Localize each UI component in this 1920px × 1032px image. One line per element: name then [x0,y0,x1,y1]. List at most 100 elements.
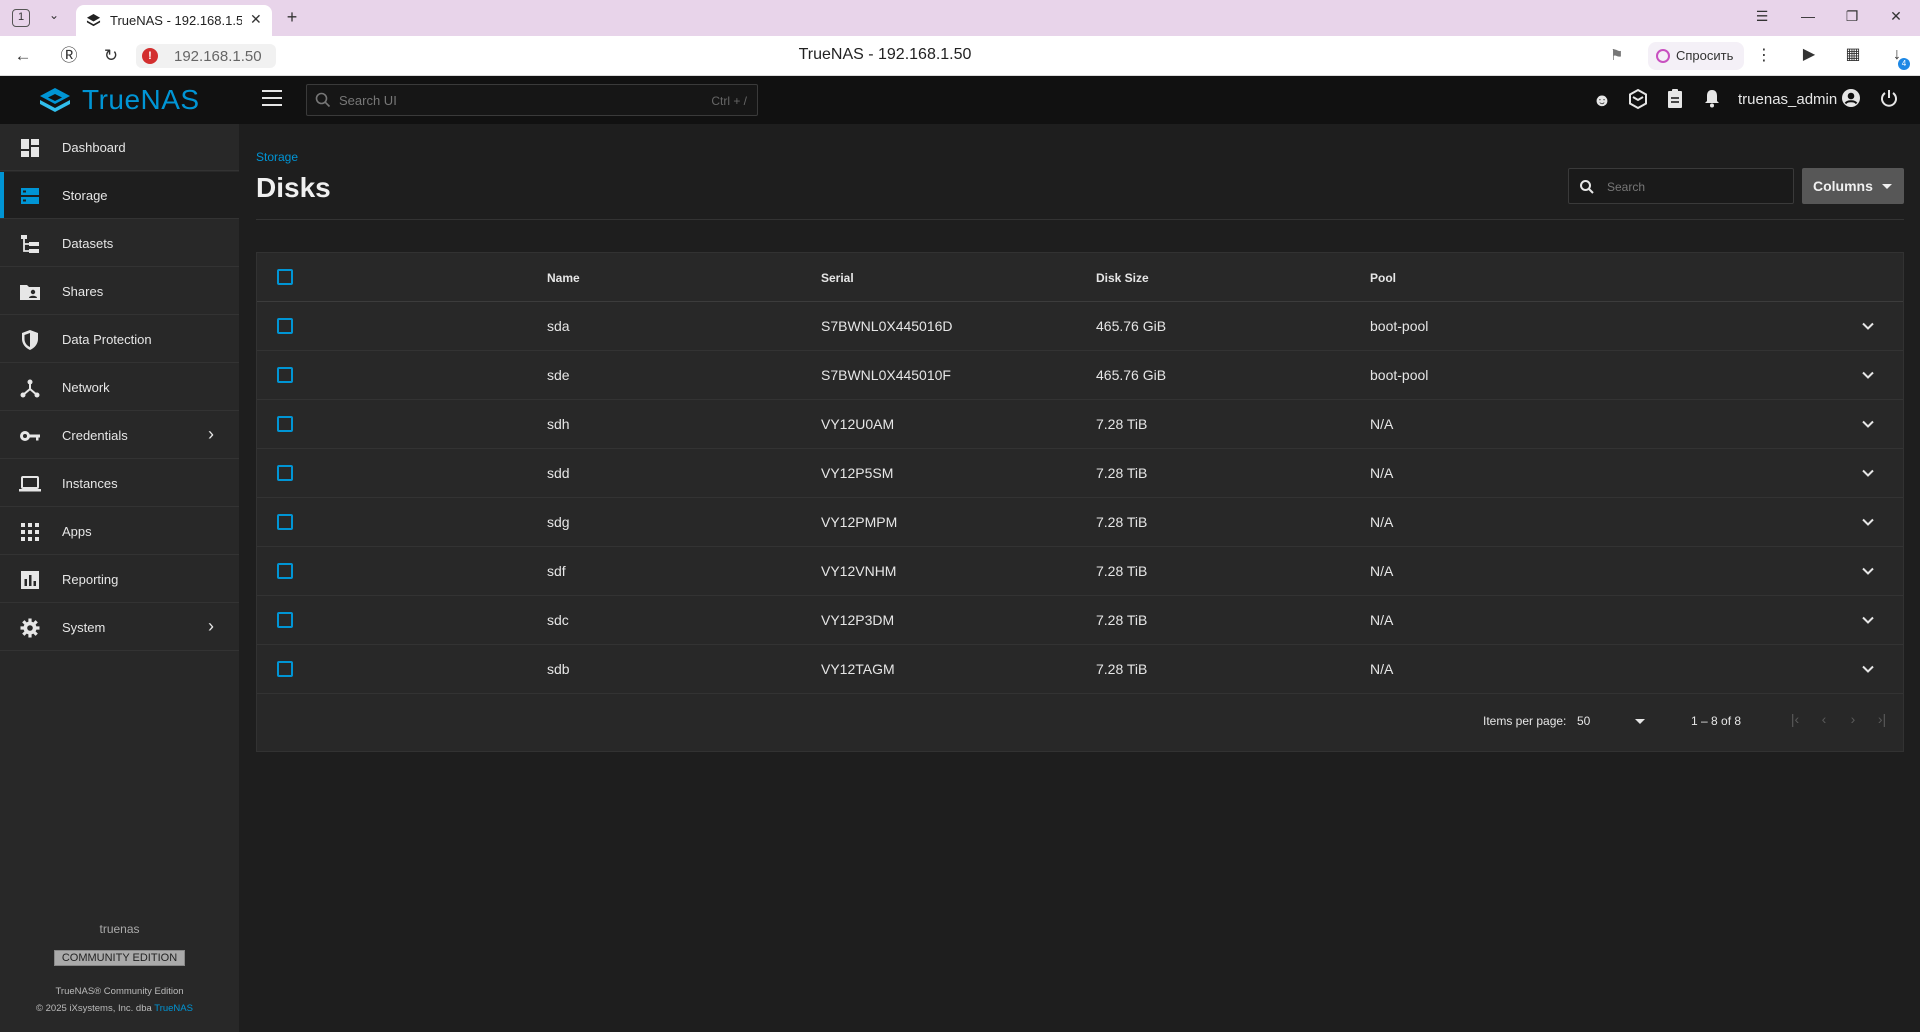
copyright-text: © 2025 iXsystems, Inc. dba [36,1003,155,1014]
dropdown-caret-icon[interactable] [1635,719,1645,724]
row-checkbox[interactable] [277,563,293,579]
column-header-name[interactable]: Name [547,271,580,285]
back-arrow-icon[interactable]: ← [12,45,34,67]
username[interactable]: truenas_admin [1738,91,1837,108]
feedback-smiley-icon[interactable]: ☻ [1590,88,1614,112]
truenas-favicon-icon [86,13,101,27]
bar-chart-icon [21,571,39,589]
sidebar-item-shares[interactable]: Shares [0,268,239,315]
expand-chevron-icon[interactable] [1858,414,1878,434]
yandex-icon[interactable]: Ⓡ [58,45,80,67]
browser-addressbar: ← Ⓡ ↻ ! 192.168.1.50 TrueNAS - 192.168.1… [0,36,1920,76]
expand-chevron-icon[interactable] [1858,561,1878,581]
account-circle-icon[interactable] [1839,88,1863,112]
cell-serial: VY12U0AM [821,416,895,432]
row-checkbox[interactable] [277,318,293,334]
table-row[interactable]: sdh VY12U0AM 7.28 TiB N/A [257,400,1903,449]
sidebar-item-data-protection[interactable]: Data Protection [0,316,239,363]
table-row[interactable]: sdd VY12P5SM 7.28 TiB N/A [257,449,1903,498]
search-placeholder: Search UI [339,93,397,108]
cell-pool: N/A [1370,612,1394,628]
new-tab-plus-icon[interactable]: + [282,8,302,28]
browser-menu-icon[interactable]: ☰ [1752,8,1772,25]
window-close-icon[interactable]: ✕ [1886,8,1906,25]
row-checkbox[interactable] [277,612,293,628]
expand-chevron-icon[interactable] [1858,512,1878,532]
expand-chevron-icon[interactable] [1858,463,1878,483]
more-options-icon[interactable]: ⋮ [1756,45,1772,65]
search-placeholder: Search [1607,180,1646,194]
minimize-icon[interactable]: — [1798,8,1818,24]
last-page-icon[interactable]: ›| [1872,711,1892,727]
restore-icon[interactable]: ❐ [1842,8,1862,25]
breadcrumb[interactable]: Storage [256,150,298,164]
cell-disk-size: 7.28 TiB [1096,612,1148,628]
reload-icon[interactable]: ↻ [100,45,122,67]
hostname: truenas [99,922,140,936]
tab-close-icon[interactable]: ✕ [250,11,262,28]
browser-tab[interactable]: TrueNAS - 192.168.1.50 ✕ [76,5,272,36]
cell-serial: VY12PMPM [821,514,898,530]
table-row[interactable]: sdb VY12TAGM 7.28 TiB N/A [257,645,1903,694]
sidebar-item-network[interactable]: Network [0,364,239,411]
truecommand-icon[interactable] [1626,88,1650,112]
row-checkbox[interactable] [277,367,293,383]
ask-button[interactable]: Спросить [1648,42,1744,70]
page-size-select[interactable]: 50 [1577,714,1590,728]
sidebar-item-reporting[interactable]: Reporting [0,556,239,603]
next-page-icon[interactable]: › [1843,711,1863,727]
notifications-bell-icon[interactable] [1700,88,1724,112]
sidebar-item-instances[interactable]: Instances [0,460,239,507]
bookmark-icon[interactable]: ⚑ [1610,46,1623,64]
row-checkbox[interactable] [277,514,293,530]
expand-chevron-icon[interactable] [1858,659,1878,679]
column-header-serial[interactable]: Serial [821,271,854,285]
select-all-checkbox[interactable] [277,269,293,285]
sidebar-item-apps[interactable]: Apps [0,508,239,555]
jobs-clipboard-icon[interactable] [1663,88,1687,112]
collections-icon[interactable]: ▦ [1842,44,1864,66]
expand-chevron-icon[interactable] [1858,316,1878,336]
prev-page-icon[interactable]: ‹ [1814,711,1834,727]
divider [256,219,1904,220]
sidebar-item-system[interactable]: System › [0,604,239,651]
address-page-title: TrueNAS - 192.168.1.50 [798,46,972,63]
truenas-link[interactable]: TrueNAS [154,1003,193,1014]
row-checkbox[interactable] [277,465,293,481]
sidebar-item-storage[interactable]: Storage [0,172,239,219]
table-search-input[interactable]: Search [1568,168,1794,204]
network-icon [20,379,40,398]
gear-icon [20,618,40,638]
row-checkbox[interactable] [277,416,293,432]
row-checkbox[interactable] [277,661,293,677]
cell-name: sda [547,318,570,334]
table-row[interactable]: sda S7BWNL0X445016D 465.76 GiB boot-pool [257,302,1903,351]
insecure-warning-icon[interactable]: ! [142,48,158,64]
columns-button[interactable]: Columns [1802,168,1904,204]
column-header-disk-size[interactable]: Disk Size [1096,271,1149,285]
cell-pool: boot-pool [1370,318,1429,334]
table-row[interactable]: sde S7BWNL0X445010F 465.76 GiB boot-pool [257,351,1903,400]
menu-toggle-icon[interactable] [262,90,282,108]
cell-pool: N/A [1370,563,1394,579]
column-header-pool[interactable]: Pool [1370,271,1396,285]
tab-counter[interactable]: 1 [12,9,30,27]
first-page-icon[interactable]: |‹ [1785,711,1805,727]
url-field[interactable]: ! 192.168.1.50 [136,44,276,68]
brand-name[interactable]: TrueNAS [82,84,200,116]
table-row[interactable]: sdc VY12P3DM 7.28 TiB N/A [257,596,1903,645]
table-row[interactable]: sdf VY12VNHM 7.28 TiB N/A [257,547,1903,596]
global-search-input[interactable]: Search UI Ctrl + / [306,84,758,116]
sidebar-item-dashboard[interactable]: Dashboard [0,124,239,171]
table-row[interactable]: sdg VY12PMPM 7.28 TiB N/A [257,498,1903,547]
sidebar-item-datasets[interactable]: Datasets [0,220,239,267]
cell-disk-size: 7.28 TiB [1096,661,1148,677]
media-play-icon[interactable]: ▶ [1798,44,1820,66]
expand-chevron-icon[interactable] [1858,610,1878,630]
sidebar-item-credentials[interactable]: Credentials › [0,412,239,459]
power-icon[interactable] [1877,88,1901,112]
expand-chevron-icon[interactable] [1858,365,1878,385]
footer-product: TrueNAS® Community Edition [55,986,184,997]
truenas-logo-icon[interactable] [38,86,72,114]
tab-list-chevron-icon[interactable]: ⌄ [44,8,64,28]
